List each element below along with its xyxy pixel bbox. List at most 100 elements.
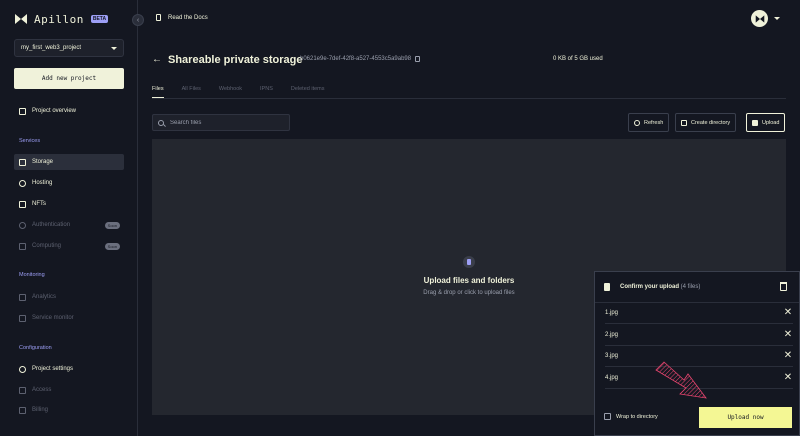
sidebar-item-project-overview[interactable]: Project overview [14,103,124,119]
sidebar-item-billing: Billing [14,402,124,418]
nft-icon [19,200,26,208]
remove-file-close-icon[interactable]: ✕ [783,330,793,340]
remove-file-close-icon[interactable]: ✕ [783,308,793,318]
logo[interactable]: Apillon BETA [14,12,109,26]
wrap-to-directory-checkbox[interactable]: Wrap to directory [604,413,658,420]
sidebar-item-label: Project overview [32,108,77,114]
dropzone-title: Upload files and folders [423,276,515,285]
tab-files[interactable]: Files [152,86,164,98]
search-icon [158,119,164,126]
beta-badge: BETA [90,15,109,23]
tab-webhook[interactable]: Webhook [219,86,242,98]
bucket-id: b0621e9e-7def-42f8-a527-4553c5a9ab98 [300,56,421,62]
sidebar-item-label: Authentication [32,222,71,228]
soon-badge: Soon [104,242,120,250]
sidebar-item-storage[interactable]: Storage [14,154,124,170]
panel-header: Confirm your upload (4 files) [604,283,790,291]
refresh-button[interactable]: Refresh [628,113,670,132]
tab-deleted-items[interactable]: Deleted items [291,86,325,98]
read-docs-link[interactable]: Read the Docs [156,14,208,21]
copy-icon[interactable] [415,56,421,62]
upload-button[interactable]: Upload [746,113,786,132]
refresh-icon [634,119,640,126]
project-select-value: my_first_web3_project [21,45,82,51]
section-label-configuration: Configuration [19,345,52,351]
create-directory-button[interactable]: Create directory [675,113,737,132]
apillon-logo-icon [15,14,27,24]
apillon-logo-icon [755,14,764,23]
remove-file-close-icon[interactable]: ✕ [783,373,793,383]
sidebar-item-label: Storage [32,159,54,165]
annotation-arrow-icon [655,361,707,399]
create-directory-label: Create directory [691,119,731,126]
bucket-id-text: b0621e9e-7def-42f8-a527-4553c5a9ab98 [300,56,412,62]
file-row: 2.jpg ✕ [605,325,793,346]
sidebar-item-label: Hosting [32,180,53,186]
sidebar-item-authentication: Authentication Soon [14,217,124,233]
dropzone-subtitle: Drag & drop or click to upload files [423,290,515,296]
file-name: 4.jpg [605,375,619,381]
tab-all-files[interactable]: All Files [182,86,201,98]
file-name: 1.jpg [605,310,619,316]
sidebar-item-label: Billing [32,407,49,413]
file-icon [604,283,610,291]
tab-ipns[interactable]: IPNS [260,86,273,98]
gear-icon [19,365,26,373]
soon-badge: Soon [104,221,120,229]
sidebar-item-computing: Computing Soon [14,238,124,254]
add-project-button[interactable]: Add new project [14,68,124,89]
file-row: 1.jpg ✕ [605,303,793,324]
folder-icon [19,158,26,166]
folder-plus-icon [681,119,687,126]
sidebar-item-label: Computing [32,243,62,249]
tab-divider [152,98,786,99]
sidebar-item-project-settings[interactable]: Project settings [14,361,124,377]
sidebar-item-nfts[interactable]: NFTs [14,196,124,212]
user-icon [19,221,26,229]
avatar[interactable] [751,10,768,27]
cloud-icon [19,179,26,187]
panel-file-count: (4 files) [680,284,701,290]
card-icon [19,406,26,414]
home-icon [19,107,26,115]
remove-file-close-icon[interactable]: ✕ [783,351,793,361]
sidebar-item-label: Analytics [32,294,57,300]
upload-label: Upload [762,119,780,126]
sidebar-item-analytics: Analytics [14,289,124,305]
document-icon [156,14,161,21]
panel-title: Confirm your upload [620,284,679,290]
upload-confirm-panel: Confirm your upload (4 files) 1.jpg ✕ 2.… [594,271,800,436]
tabs: Files All Files Webhook IPNS Deleted ite… [152,86,343,98]
back-arrow-icon[interactable]: ← [152,54,162,65]
search-input[interactable] [170,119,280,126]
page-title: Shareable private storage [168,54,303,66]
chevron-down-icon [111,46,117,50]
section-label-monitoring: Monitoring [19,272,45,278]
wrap-to-directory-label: Wrap to directory [616,413,658,420]
project-select[interactable]: my_first_web3_project [14,39,124,57]
read-docs-label: Read the Docs [168,14,208,21]
sidebar-item-label: Access [32,387,52,393]
file-upload-icon [463,256,475,268]
upload-now-button[interactable]: Upload now [699,407,792,428]
trash-icon[interactable] [780,282,787,291]
checkbox-icon[interactable] [604,413,611,420]
file-name: 3.jpg [605,353,619,359]
monitor-icon [19,314,26,322]
chevron-down-icon[interactable] [774,17,780,20]
sidebar-item-hosting[interactable]: Hosting [14,175,124,191]
sidebar-item-label: NFTs [32,201,46,207]
collapse-sidebar-button[interactable]: ‹ [132,14,144,26]
sidebar-item-service-monitor: Service monitor [14,310,124,326]
sidebar: Apillon BETA my_first_web3_project Add n… [0,0,138,436]
upload-file-icon [752,119,758,126]
section-label-services: Services [19,138,41,144]
sidebar-item-label: Service monitor [32,315,74,321]
file-name: 2.jpg [605,332,619,338]
search-box[interactable] [152,114,290,131]
chart-icon [19,293,26,301]
topbar: Read the Docs [138,0,800,38]
storage-used: 0 KB of 5 GB used [553,56,603,62]
refresh-label: Refresh [644,119,664,126]
key-icon [19,386,26,394]
